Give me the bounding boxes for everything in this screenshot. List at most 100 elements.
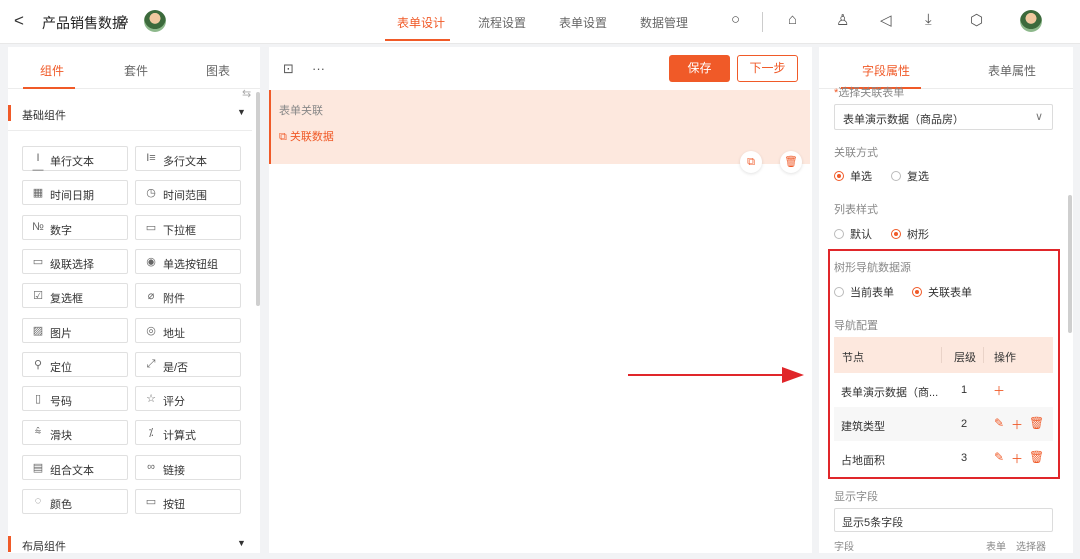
form-canvas: ⊡ ··· 保存 下一步 表单关联 ⧉ 关联数据 ⧉ 🗑 (269, 47, 812, 553)
component-item[interactable]: ▭ 下拉框 (135, 214, 241, 240)
top-header: < 产品销售数据 ⚙ 表单设计 流程设置 表单设置 数据管理 ○ ⌂ ♙ ◁ ⤓… (0, 0, 1080, 44)
radio-current-form[interactable]: 当前表单 (834, 284, 894, 300)
add-icon[interactable]: ＋ (1011, 450, 1023, 467)
radio-tree[interactable]: 树形 (891, 226, 929, 242)
gear-icon[interactable]: ⚙ (116, 12, 129, 30)
component-icon: ☑ (33, 290, 43, 303)
component-label: 时间日期 (50, 190, 94, 203)
component-item[interactable]: ⁒ 计算式 (135, 420, 241, 446)
caret-down-icon[interactable]: ▼ (237, 107, 246, 117)
shirt-icon[interactable]: ♙ (836, 11, 849, 29)
component-icon: № (32, 220, 44, 233)
component-item[interactable]: I≡ 多行文本 (135, 146, 241, 171)
tab-components[interactable]: 组件 (40, 62, 64, 79)
component-item[interactable]: ▭ 按钮 (135, 489, 241, 514)
component-item[interactable]: ▦ 时间日期 (22, 180, 128, 206)
table-row: 占地面积 3 ✎ ＋ 🗑 (834, 441, 1053, 475)
scrollbar[interactable] (1068, 195, 1072, 333)
radio-multiple[interactable]: 复选 (891, 168, 929, 184)
scrollbar[interactable] (256, 92, 260, 306)
tab-form-settings[interactable]: 表单设置 (559, 14, 607, 31)
component-label: 颜色 (50, 499, 72, 511)
component-label: 单行文本 (50, 156, 94, 168)
section-layout[interactable]: 布局组件 ▼ (8, 534, 252, 556)
active-tab-indicator (23, 87, 75, 89)
component-item[interactable]: ⚲ 定位 (22, 351, 128, 377)
tab-kits[interactable]: 套件 (124, 62, 148, 79)
list-style-label: 列表样式 (834, 204, 878, 216)
component-item[interactable]: ▯ 号码 (22, 386, 128, 412)
settings-hex-icon[interactable]: ⬡ (970, 11, 983, 29)
related-form-select[interactable]: 表单演示数据（商品房） ∨ (834, 104, 1053, 130)
preview-icon[interactable]: ⊡ (283, 61, 294, 77)
selected-field-card[interactable]: 表单关联 ⧉ 关联数据 (269, 90, 810, 164)
radio-related-form[interactable]: 关联表单 (912, 284, 972, 300)
properties-panel: 字段属性 表单属性 *选择关联表单 表单演示数据（商品房） ∨ 关联方式 单选 … (819, 47, 1073, 553)
link-icon: ⧉ (279, 131, 290, 143)
radio-single[interactable]: 单选 (834, 168, 872, 184)
component-item[interactable]: ⌀ 附件 (135, 283, 241, 309)
tab-form-properties[interactable]: 表单属性 (988, 62, 1036, 79)
component-item[interactable]: ◎ 地址 (135, 317, 241, 343)
component-item[interactable]: ⩯ 滑块 (22, 420, 128, 446)
nav-table-header: 节点 层级 操作 (834, 337, 1053, 373)
component-item[interactable]: ◉ 单选按钮组 (135, 248, 241, 274)
save-button[interactable]: 保存 (669, 55, 730, 82)
delete-button[interactable]: 🗑 (780, 151, 802, 173)
row-node: 占地面积 (841, 455, 885, 467)
collapse-icon[interactable]: ⇆ (242, 87, 251, 100)
component-label: 数字 (50, 224, 72, 237)
component-item[interactable]: ▤ 组合文本 (22, 454, 128, 480)
section-basic[interactable]: 基础组件 ▼ (8, 103, 252, 125)
add-icon[interactable]: ＋ (1011, 416, 1023, 433)
component-label: 级联选择 (50, 258, 94, 271)
home-icon[interactable]: ⌂ (788, 11, 797, 28)
component-item[interactable]: I— 单行文本 (22, 146, 128, 176)
next-step-button[interactable]: 下一步 (737, 55, 798, 82)
component-icon: ⁒ (148, 427, 154, 440)
component-item[interactable]: ☑ 复选框 (22, 283, 128, 309)
component-item[interactable]: ▨ 图片 (22, 317, 128, 343)
avatar[interactable] (144, 10, 166, 32)
trash-icon[interactable]: 🗑 (1029, 416, 1044, 430)
more-icon[interactable]: ··· (312, 61, 325, 76)
component-item[interactable]: ☆ 评分 (135, 386, 241, 412)
search-icon[interactable]: ○ (731, 11, 740, 28)
trash-icon[interactable]: 🗑 (1029, 450, 1044, 464)
component-item[interactable]: ▭ 级联选择 (22, 248, 128, 274)
caret-down-icon[interactable]: ▼ (237, 538, 246, 548)
component-label: 组合文本 (50, 464, 94, 477)
edit-icon[interactable]: ✎ (994, 416, 1004, 430)
download-icon[interactable]: ⤓ (925, 11, 932, 28)
tab-charts[interactable]: 图表 (206, 62, 230, 79)
announcement-icon[interactable]: ◁ (880, 11, 892, 29)
component-item[interactable]: ◌ 颜色 (22, 489, 128, 514)
display-field-input[interactable]: 显示5条字段 (834, 508, 1053, 532)
section-marker (8, 105, 11, 121)
header-node: 节点 (842, 352, 864, 364)
component-label: 图片 (50, 327, 72, 340)
tab-data-management[interactable]: 数据管理 (640, 14, 688, 31)
copy-button[interactable]: ⧉ (740, 151, 762, 173)
add-icon[interactable]: ＋ (993, 382, 1005, 399)
component-label: 单选按钮组 (163, 258, 218, 271)
footer-form-label: 表单 (986, 542, 1006, 553)
component-item[interactable]: ⤢ 是/否 (135, 351, 241, 377)
tab-form-design[interactable]: 表单设计 (397, 14, 445, 31)
user-avatar[interactable] (1020, 10, 1042, 32)
component-icon: ▨ (32, 324, 44, 337)
component-item[interactable]: № 数字 (22, 214, 128, 240)
related-data-label: 关联数据 (289, 131, 334, 143)
edit-icon[interactable]: ✎ (994, 450, 1004, 464)
header-divider (983, 347, 984, 363)
tab-field-properties[interactable]: 字段属性 (862, 62, 910, 79)
row-level: 3 (961, 452, 968, 464)
header-divider (941, 347, 942, 363)
tab-flow-settings[interactable]: 流程设置 (478, 14, 526, 31)
related-data-link[interactable]: ⧉ 关联数据 (279, 128, 334, 144)
component-item[interactable]: ◷ 时间范围 (135, 180, 241, 206)
component-icon: ◎ (146, 324, 156, 337)
back-arrow-icon[interactable]: < (14, 11, 24, 31)
component-item[interactable]: ∞ 链接 (135, 454, 241, 480)
radio-default[interactable]: 默认 (834, 226, 872, 242)
